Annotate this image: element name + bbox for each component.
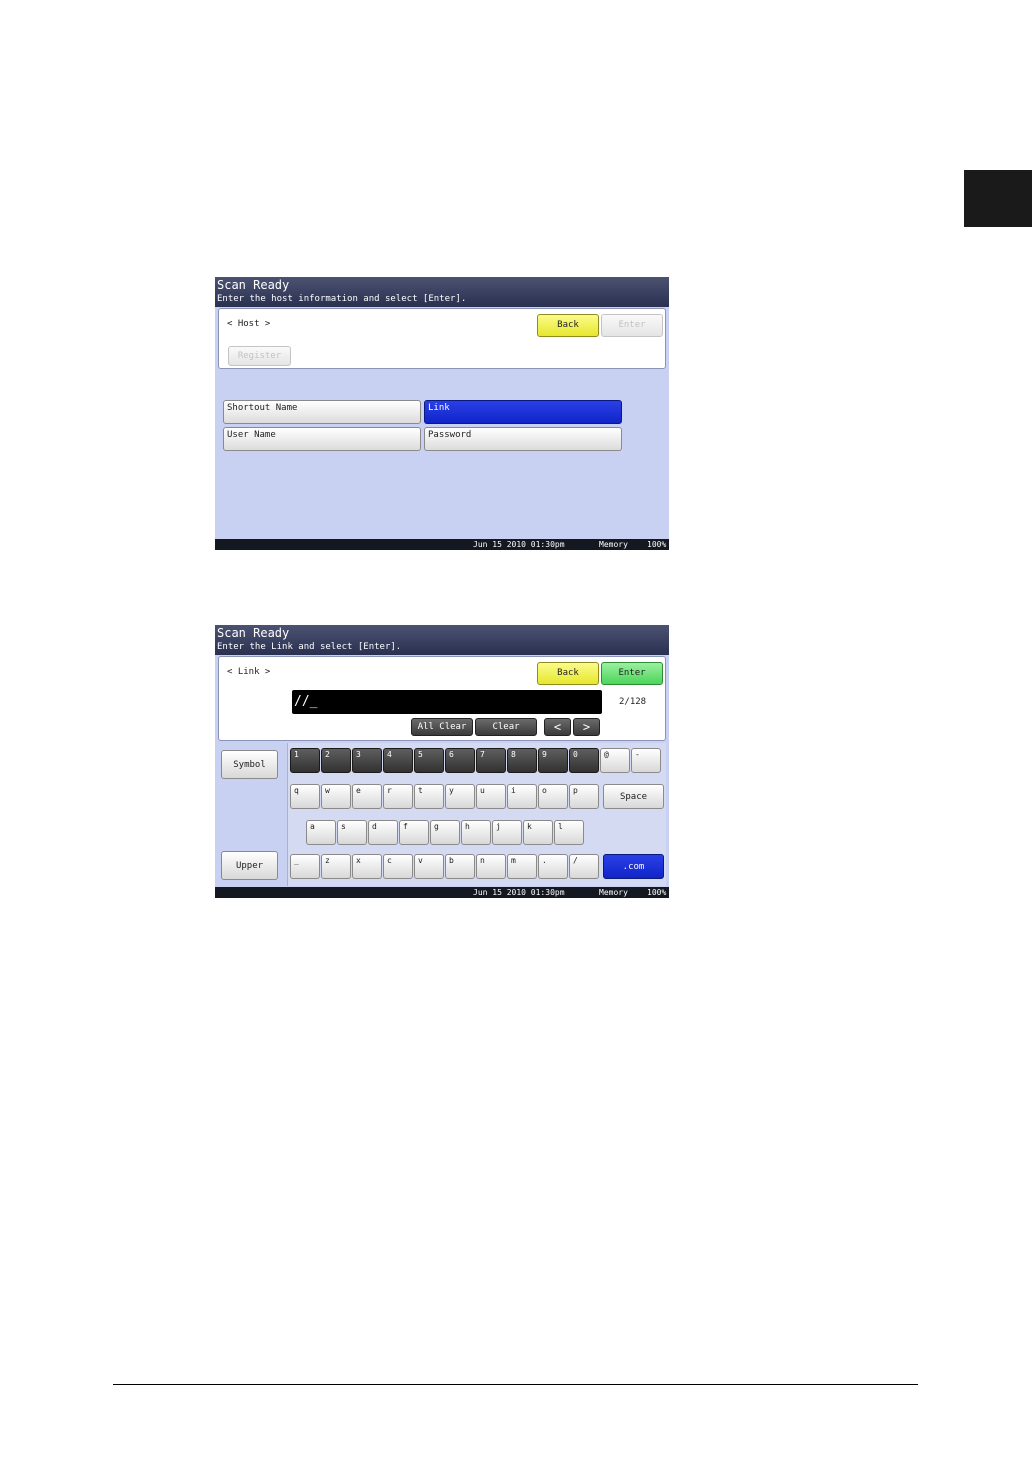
screen-instruction: Enter the Link and select [Enter]. — [217, 642, 402, 652]
key[interactable]: - — [631, 748, 661, 773]
screen-header: Scan Ready Enter the host information an… — [215, 277, 669, 307]
space-key[interactable]: Space — [603, 784, 664, 809]
register-button[interactable]: Register — [228, 346, 291, 366]
host-entry-screen: Scan Ready Enter the host information an… — [215, 277, 669, 550]
cursor-left-button[interactable]: < — [544, 718, 571, 736]
screen-title: Scan Ready — [217, 626, 290, 640]
upper-button[interactable]: Upper — [221, 851, 278, 880]
screen-header: Scan Ready Enter the Link and select [En… — [215, 625, 669, 655]
key[interactable]: x — [352, 854, 382, 879]
link-entry-screen: Scan Ready Enter the Link and select [En… — [215, 625, 669, 898]
key[interactable]: g — [430, 820, 460, 845]
link-field[interactable]: Link — [424, 400, 622, 424]
key[interactable]: w — [321, 784, 351, 809]
shortcut-name-field[interactable]: Shortout Name — [223, 400, 421, 424]
key[interactable]: / — [569, 854, 599, 879]
key[interactable]: p — [569, 784, 599, 809]
enter-button[interactable]: Enter — [601, 314, 663, 337]
key[interactable]: m — [507, 854, 537, 879]
key[interactable]: 1 — [290, 748, 320, 773]
key[interactable]: 8 — [507, 748, 537, 773]
key[interactable]: 5 — [414, 748, 444, 773]
key[interactable]: v — [414, 854, 444, 879]
key[interactable]: i — [507, 784, 537, 809]
key[interactable]: r — [383, 784, 413, 809]
key[interactable]: y — [445, 784, 475, 809]
back-button[interactable]: Back — [537, 662, 599, 685]
key[interactable]: h — [461, 820, 491, 845]
key[interactable]: f — [399, 820, 429, 845]
status-memory-value: 100% — [647, 888, 667, 897]
key[interactable]: o — [538, 784, 568, 809]
key[interactable]: 2 — [321, 748, 351, 773]
status-bar: Jun 15 2010 01:30pm Memory 100% — [215, 539, 669, 550]
status-memory-value: 100% — [647, 540, 667, 549]
key[interactable]: j — [492, 820, 522, 845]
key[interactable]: 0 — [569, 748, 599, 773]
key[interactable]: a — [306, 820, 336, 845]
status-datetime: Jun 15 2010 01:30pm — [473, 888, 565, 897]
key[interactable]: @ — [600, 748, 630, 773]
top-panel: < Link > Back Enter //_ 2/128 All Clear … — [218, 656, 666, 741]
key[interactable]: 3 — [352, 748, 382, 773]
key[interactable]: 4 — [383, 748, 413, 773]
key[interactable]: _ — [290, 854, 320, 879]
key[interactable]: 7 — [476, 748, 506, 773]
back-button[interactable]: Back — [537, 314, 599, 337]
enter-button[interactable]: Enter — [601, 662, 663, 685]
key[interactable]: z — [321, 854, 351, 879]
key[interactable]: u — [476, 784, 506, 809]
cursor-right-button[interactable]: > — [573, 718, 600, 736]
breadcrumb: < Host > — [227, 319, 271, 329]
status-memory-label: Memory — [599, 540, 628, 549]
char-count: 2/128 — [619, 697, 647, 707]
user-name-field[interactable]: User Name — [223, 427, 421, 451]
chevron-left-icon: < — [553, 720, 562, 734]
breadcrumb: < Link > — [227, 667, 271, 677]
footer-rule — [113, 1384, 918, 1385]
status-memory-label: Memory — [599, 888, 628, 897]
key[interactable]: k — [523, 820, 553, 845]
status-bar: Jun 15 2010 01:30pm Memory 100% — [215, 887, 669, 898]
chevron-right-icon: > — [582, 720, 591, 734]
clear-button[interactable]: Clear — [475, 718, 537, 736]
symbol-button[interactable]: Symbol — [221, 750, 278, 779]
key[interactable]: 6 — [445, 748, 475, 773]
key[interactable]: e — [352, 784, 382, 809]
key[interactable]: 9 — [538, 748, 568, 773]
key[interactable]: . — [538, 854, 568, 879]
key[interactable]: q — [290, 784, 320, 809]
key[interactable]: l — [554, 820, 584, 845]
key[interactable]: s — [337, 820, 367, 845]
password-field[interactable]: Password — [424, 427, 622, 451]
key[interactable]: t — [414, 784, 444, 809]
key[interactable]: d — [368, 820, 398, 845]
key[interactable]: b — [445, 854, 475, 879]
screen-title: Scan Ready — [217, 278, 290, 292]
dotcom-key[interactable]: .com — [603, 854, 664, 879]
key[interactable]: n — [476, 854, 506, 879]
screen-instruction: Enter the host information and select [E… — [217, 294, 467, 304]
status-datetime: Jun 15 2010 01:30pm — [473, 540, 565, 549]
all-clear-button[interactable]: All Clear — [411, 718, 473, 736]
link-input[interactable]: //_ — [292, 690, 602, 714]
keyboard: 1 2 3 4 5 6 7 8 9 0 @ - qwertyuiop asdfghjkl _ z x c v b… — [287, 743, 666, 886]
chapter-tab — [964, 170, 1032, 227]
key[interactable]: c — [383, 854, 413, 879]
top-panel: < Host > Back Enter Register — [218, 308, 666, 369]
